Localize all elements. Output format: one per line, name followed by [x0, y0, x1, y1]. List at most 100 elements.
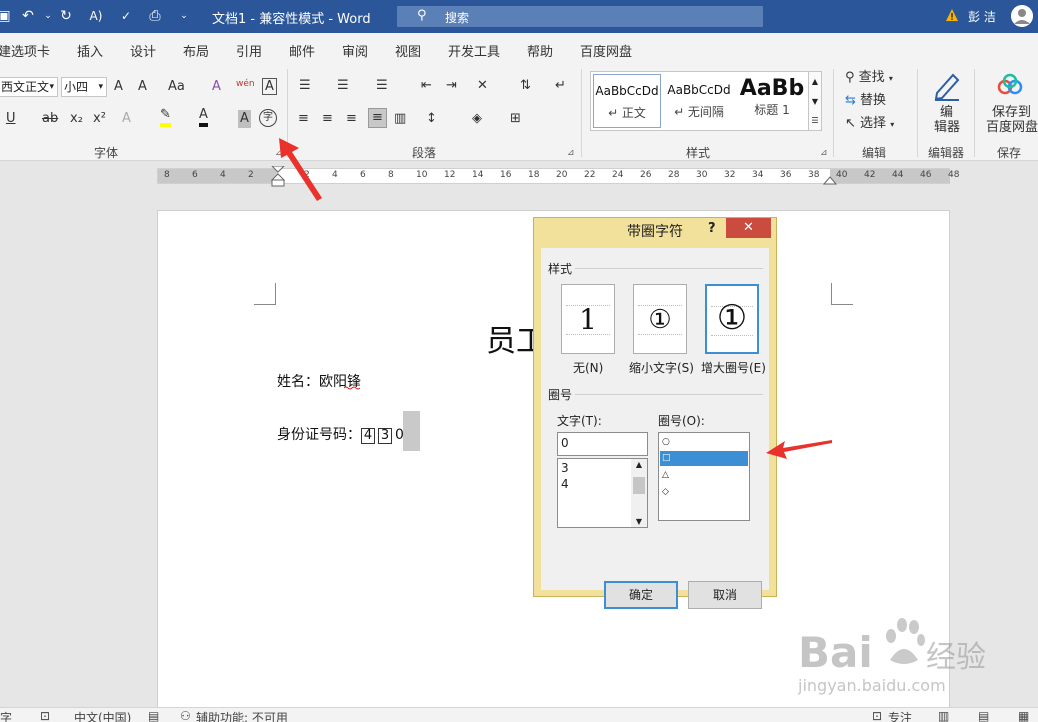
borders-icon[interactable]: ⊞ [510, 110, 521, 128]
more-icon[interactable]: ☰ [809, 112, 821, 130]
tab-design[interactable]: 设计 [130, 41, 156, 60]
enclosed-char[interactable]: 3 [378, 428, 392, 444]
style-option-shrink-text[interactable]: ① [633, 284, 687, 354]
cancel-button[interactable]: 取消 [688, 581, 762, 609]
id-line[interactable]: 身份证号码： 4 3 0 [277, 424, 404, 444]
focus-icon[interactable]: ⊡ [872, 709, 882, 722]
font-name-combo[interactable]: 西文正文 ▾ [0, 77, 58, 97]
char-border-button[interactable]: A [262, 78, 277, 95]
replace-button[interactable]: ⇆ 替换 [845, 92, 886, 110]
styles-scroll[interactable]: ▲ ▼ ☰ [808, 71, 822, 131]
id-selected-char[interactable]: 0 [395, 427, 404, 443]
warning-icon[interactable] [945, 8, 959, 22]
phonetic-guide-button[interactable]: wén [236, 75, 255, 93]
font-color-button[interactable]: A [199, 107, 208, 127]
numbering-icon[interactable]: ☰ [337, 77, 349, 95]
shrink-font-button[interactable]: A [138, 78, 147, 96]
horizontal-ruler[interactable]: 8642246810121416182022242628303234363840… [157, 166, 959, 187]
style-normal[interactable]: AaBbCcDd ↵ 正文 [593, 74, 661, 128]
list-item-triangle[interactable]: △ [662, 468, 748, 483]
read-aloud-icon[interactable]: A) [88, 8, 104, 24]
ok-button[interactable]: 确定 [604, 581, 678, 609]
asian-layout-icon[interactable]: ✕ [477, 77, 488, 95]
print-layout-icon[interactable]: ▤ [978, 709, 989, 722]
align-right-icon[interactable]: ≡ [346, 110, 357, 128]
grow-font-button[interactable]: A [114, 78, 123, 96]
macro-icon[interactable]: ▤ [148, 709, 159, 722]
tab-developer[interactable]: 开发工具 [448, 41, 500, 60]
distributed-icon[interactable]: ▥ [394, 110, 406, 128]
subscript-button[interactable]: x₂ [70, 110, 83, 128]
accessibility-icon[interactable]: ⚇ [180, 709, 191, 722]
styles-dialog-launcher-icon[interactable]: ⊿ [820, 148, 828, 158]
font-size-combo[interactable]: 小四 ▾ [61, 77, 107, 97]
strikethrough-button[interactable]: ab [42, 110, 58, 128]
tab-baidu-netdisk[interactable]: 百度网盘 [580, 41, 632, 60]
text-listbox[interactable]: 3 4 ▲ ▼ [557, 458, 648, 528]
tab-mailings[interactable]: 邮件 [289, 41, 315, 60]
find-button[interactable]: ⚲ 查找 ▾ [845, 69, 893, 88]
save-icon[interactable]: ▣ [0, 8, 12, 24]
read-mode-icon[interactable]: ▥ [938, 709, 949, 722]
line-spacing-icon[interactable]: ↕ [426, 110, 437, 128]
language[interactable]: 中文(中国) [74, 709, 131, 722]
multilevel-list-icon[interactable]: ☰ [376, 77, 388, 95]
list-item-square[interactable]: □ [660, 451, 748, 466]
undo-icon[interactable]: ↶ [20, 8, 36, 24]
style-option-enlarge-symbol[interactable]: ① [705, 284, 759, 354]
style-caption-enlarge[interactable]: 增大圈号(E) [701, 359, 766, 376]
shading-icon[interactable]: ◈ [472, 110, 482, 128]
tab-insert[interactable]: 插入 [77, 41, 103, 60]
superscript-button[interactable]: x² [93, 110, 106, 128]
list-item-circle[interactable]: ○ [662, 435, 748, 450]
align-left-icon[interactable]: ≡ [298, 110, 309, 128]
scroll-up-icon[interactable]: ▲ [809, 72, 821, 92]
change-case-button[interactable]: Aa [168, 78, 185, 96]
text-input[interactable]: 0 [557, 432, 648, 456]
enclose-characters-button[interactable]: 字 [259, 109, 277, 127]
text-effect-button[interactable]: A [122, 110, 131, 128]
right-indent-marker-icon[interactable] [823, 175, 837, 185]
decrease-indent-icon[interactable]: ⇤ [421, 77, 432, 95]
bullets-icon[interactable]: ☰ [299, 77, 311, 95]
listbox-scrollbar[interactable]: ▲ ▼ [631, 459, 647, 527]
spelling-icon[interactable]: ✓ [118, 8, 134, 24]
circle-listbox[interactable]: ○ □ △ ◇ [658, 432, 750, 521]
undo-dropdown-icon[interactable]: ⌄ [40, 8, 56, 24]
highlight-icon[interactable]: ✎ [160, 107, 171, 127]
tab-references[interactable]: 引用 [236, 41, 262, 60]
enclosed-char[interactable]: 4 [361, 428, 375, 444]
accessibility-status[interactable]: 辅助功能: 不可用 [196, 709, 288, 722]
scroll-thumb[interactable] [633, 477, 645, 494]
scroll-up-icon[interactable]: ▲ [631, 460, 647, 469]
tab-layout[interactable]: 布局 [183, 41, 209, 60]
style-option-none[interactable]: 1 [561, 284, 615, 354]
tab-view[interactable]: 视图 [395, 41, 421, 60]
scroll-down-icon[interactable]: ▼ [631, 517, 647, 526]
select-button[interactable]: ↖ 选择 ▾ [845, 115, 894, 134]
proofing-icon[interactable]: ⊡ [40, 709, 50, 722]
scroll-down-icon[interactable]: ▼ [809, 92, 821, 112]
clear-format-button[interactable]: A [212, 78, 221, 96]
tab-help[interactable]: 帮助 [527, 41, 553, 60]
focus-mode[interactable]: 专注 [888, 709, 912, 722]
show-marks-icon[interactable]: ↵ [555, 77, 566, 95]
editor-label-2[interactable]: 辑器 [934, 119, 960, 137]
web-layout-icon[interactable]: ▦ [1018, 709, 1029, 722]
style-no-spacing[interactable]: AaBbCcDd ↵ 无间隔 [665, 74, 733, 128]
style-heading-1[interactable]: AaBb 标题 1 [737, 74, 807, 128]
char-shading-button[interactable]: A [238, 110, 251, 128]
editor-pen-icon[interactable] [931, 69, 963, 101]
print-preview-icon[interactable]: ⎙ [147, 8, 163, 24]
style-caption-shrink[interactable]: 缩小文字(S) [629, 359, 694, 376]
style-caption-none[interactable]: 无(N) [573, 359, 603, 376]
baidu-netdisk-icon[interactable] [996, 73, 1024, 97]
close-button[interactable]: ✕ [726, 218, 771, 238]
user-name[interactable]: 彭 洁 [968, 8, 996, 25]
redo-icon[interactable]: ↻ [58, 8, 74, 24]
align-center-icon[interactable]: ≡ [322, 110, 333, 128]
customize-toolbar-icon[interactable]: ⌄ [176, 8, 192, 24]
help-icon[interactable]: ? [708, 221, 716, 236]
word-count[interactable]: 字 [0, 709, 12, 722]
search-box[interactable]: ⚲ 搜索 [397, 6, 763, 27]
